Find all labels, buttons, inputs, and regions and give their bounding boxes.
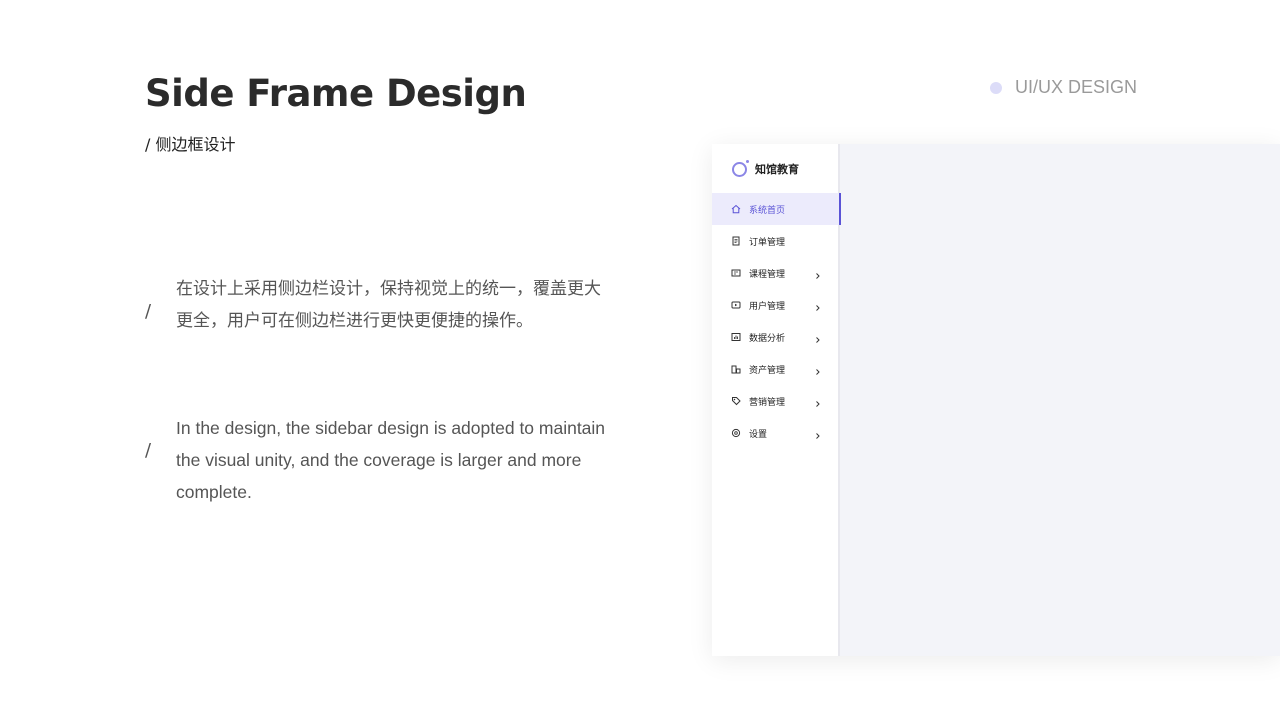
- gear-icon: [730, 428, 741, 439]
- chevron-right-icon: [814, 267, 822, 279]
- sidebar-item-label: 设置: [749, 429, 768, 440]
- sidebar-item-users[interactable]: 用户管理: [712, 289, 840, 321]
- ring-logo-icon: [732, 159, 749, 177]
- paragraph-marker: /: [145, 301, 152, 322]
- sidebar-item-marketing[interactable]: 营销管理: [712, 385, 840, 417]
- admin-mockup: 知馆教育 系统首页 订单管理 课程管理 用户管理 数据分析 资产管理 营销管理 …: [712, 144, 1280, 656]
- sidebar-item-courses[interactable]: 课程管理: [712, 257, 840, 289]
- asset-icon: [730, 364, 741, 375]
- sidebar-item-orders[interactable]: 订单管理: [712, 225, 840, 257]
- chevron-right-icon: [814, 331, 822, 343]
- chevron-right-icon: [814, 427, 822, 439]
- sidebar-item-settings[interactable]: 设置: [712, 417, 840, 449]
- sidebar-item-assets[interactable]: 资产管理: [712, 353, 840, 385]
- description-english-text: In the design, the sidebar design is ado…: [176, 418, 606, 502]
- chevron-right-icon: [814, 395, 822, 407]
- page-title: Side Frame Design: [145, 72, 527, 115]
- chart-icon: [730, 332, 741, 343]
- category-tag: UI/UX DESIGN: [990, 77, 1137, 98]
- sidebar-item-label: 订单管理: [749, 237, 786, 248]
- brand-name: 知馆教育: [755, 163, 799, 176]
- sidebar-item-label: 营销管理: [749, 397, 786, 408]
- sidebar-item-label: 数据分析: [749, 333, 786, 344]
- sidebar-item-label: 课程管理: [749, 269, 786, 280]
- tag-icon: [730, 396, 741, 407]
- home-icon: [730, 204, 741, 215]
- sidebar-item-label: 系统首页: [749, 205, 786, 216]
- course-icon: [730, 268, 741, 279]
- category-tag-label: UI/UX DESIGN: [1015, 77, 1138, 97]
- sidebar-item-label: 用户管理: [749, 301, 786, 312]
- dot-icon: [990, 81, 1002, 94]
- document-icon: [730, 236, 741, 247]
- sidebar-item-analytics[interactable]: 数据分析: [712, 321, 840, 353]
- description-chinese-text: 在设计上采用侧边栏设计，保持视觉上的统一，覆盖更大更全，用户可在侧边栏进行更快更…: [176, 279, 601, 331]
- chevron-right-icon: [814, 363, 822, 375]
- sidebar-item-home[interactable]: 系统首页: [712, 193, 841, 225]
- sidebar-menu: 系统首页 订单管理 课程管理 用户管理 数据分析 资产管理 营销管理 设置: [712, 193, 841, 449]
- page-subtitle: / 侧边框设计: [145, 135, 236, 154]
- sidebar-item-label: 资产管理: [749, 365, 786, 376]
- play-icon: [730, 300, 741, 311]
- paragraph-marker: /: [145, 440, 152, 461]
- brand[interactable]: 知馆教育: [732, 159, 799, 177]
- chevron-right-icon: [814, 299, 822, 311]
- sidebar: 知馆教育 系统首页 订单管理 课程管理 用户管理 数据分析 资产管理 营销管理 …: [712, 144, 841, 656]
